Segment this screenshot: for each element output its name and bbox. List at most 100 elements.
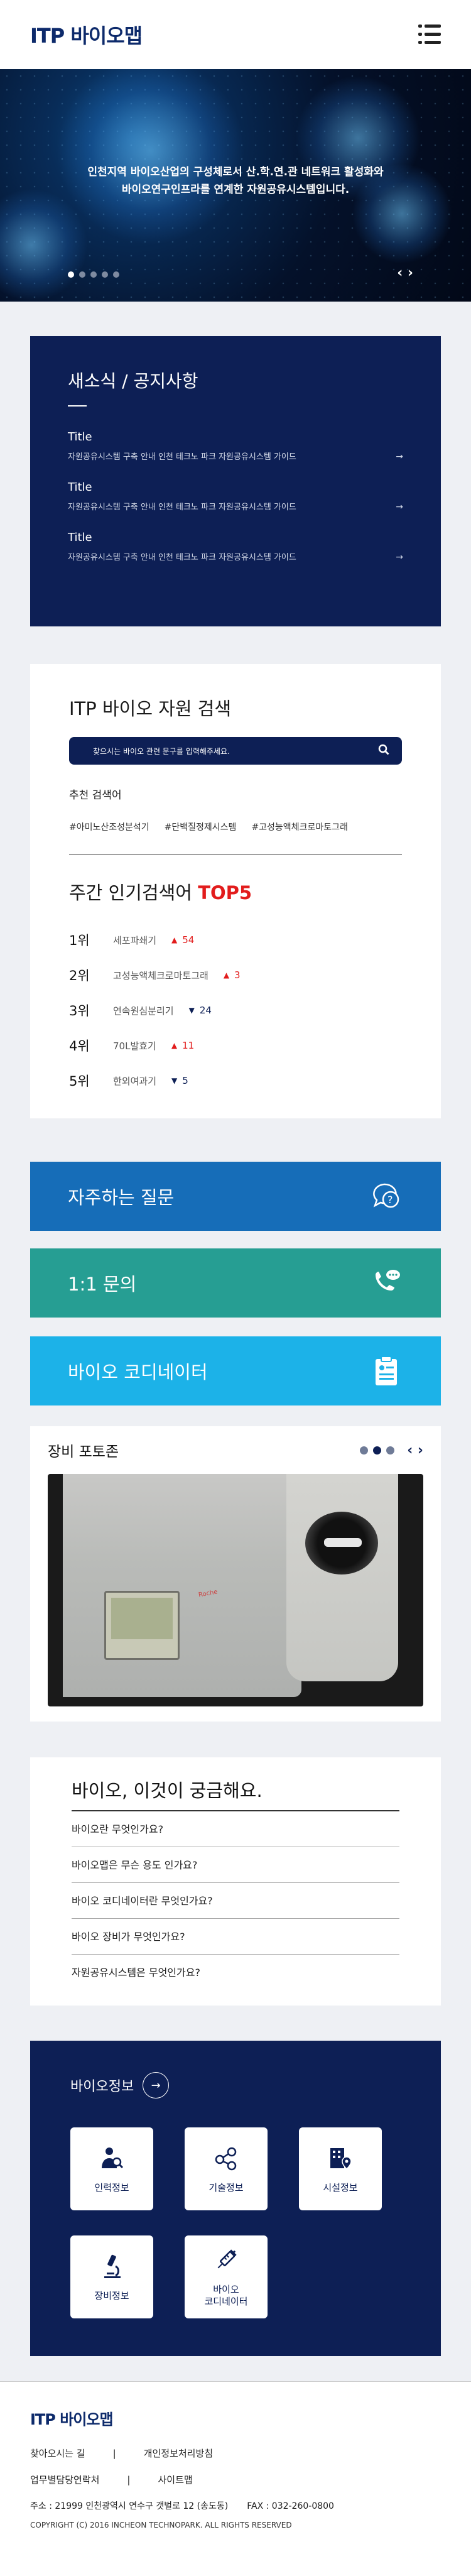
weekly-rank-list: 1위 세포파쇄기 ▲ 54 2위 고성능액체크로마토그래 ▲ 3 3위 연속원심분리기 ▼ 24 4위 7… xyxy=(69,922,402,1098)
bio-question-link[interactable]: 자원공유시스템은 무엇인가요? xyxy=(72,1955,399,1990)
search-placeholder: 찾으시는 바이오 관련 문구를 입력해주세요. xyxy=(93,746,230,756)
site-logo[interactable]: ITP 바이오맵 xyxy=(30,20,143,49)
rank-keyword[interactable]: 고성능액체크로마토그래 xyxy=(113,969,208,982)
footer-link-privacy[interactable]: 개인정보처리방침 xyxy=(144,2448,213,2459)
hero-page-dot[interactable] xyxy=(79,271,85,278)
faq-button[interactable]: 자주하는 질문 ? xyxy=(30,1162,441,1231)
news-item-title: Title xyxy=(68,531,92,544)
rank-keyword[interactable]: 70L발효기 xyxy=(113,1039,156,1052)
clipboard-icon xyxy=(369,1354,403,1388)
triangle-down-icon: ▼ xyxy=(171,1076,178,1085)
rank-number: 4위 xyxy=(69,1039,90,1054)
footer: ITP 바이오맵 찾아오시는 길 | 개인정보처리방침 업무별담당연락처 | 사이트맵 … xyxy=(0,2381,471,2576)
recommended-tag[interactable]: #고성능액체크로마토그래 xyxy=(251,821,347,833)
footer-link-directions[interactable]: 찾아오시는 길 xyxy=(30,2448,85,2459)
rank-change-count: 24 xyxy=(199,1005,212,1016)
photozone-page-dot[interactable] xyxy=(360,1446,369,1454)
hamburger-menu-icon[interactable] xyxy=(418,25,441,45)
footer-link-sitemap[interactable]: 사이트맵 xyxy=(158,2474,192,2486)
hero-caption-line1: 인천지역 바이오산업의 구성체로서 산.학.연.관 네트워크 활성화와 xyxy=(87,166,384,178)
search-title: ITP 바이오 자원 검색 xyxy=(69,698,232,719)
rank-row[interactable]: 5위 한외여과기 ▼ 5 xyxy=(69,1063,402,1098)
triangle-up-icon: ▲ xyxy=(171,1041,178,1050)
hero-page-dot[interactable] xyxy=(113,271,119,278)
search-input[interactable]: 찾으시는 바이오 관련 문구를 입력해주세요. xyxy=(69,737,402,765)
footer-separator: | xyxy=(127,2474,131,2486)
photozone-pagination[interactable] xyxy=(360,1446,395,1454)
rank-keyword[interactable]: 한외여과기 xyxy=(113,1074,156,1088)
rank-keyword[interactable]: 세포파쇄기 xyxy=(113,934,156,947)
svg-text:?: ? xyxy=(387,1194,393,1206)
bio-info-tile-label: 인력정보 xyxy=(94,2181,129,2193)
recommended-tag[interactable]: #아미노산조성분석기 xyxy=(69,821,149,833)
recommended-tag[interactable]: #단백질정제시스템 xyxy=(165,821,237,833)
bio-question-link[interactable]: 바이오 장비가 무엇인가요? xyxy=(72,1919,399,1955)
rank-change-count: 11 xyxy=(182,1040,195,1051)
arrow-right-icon[interactable]: → xyxy=(396,452,403,462)
inquiry-label: 1:1 문의 xyxy=(68,1274,137,1295)
arrow-right-icon[interactable]: → xyxy=(396,552,403,562)
phone-chat-icon xyxy=(369,1266,403,1300)
news-item-title: Title xyxy=(68,481,92,494)
hero-pagination[interactable] xyxy=(68,271,119,278)
equipment-photo[interactable]: Roche xyxy=(48,1474,423,1706)
hero-page-dot[interactable] xyxy=(102,271,108,278)
triangle-down-icon: ▼ xyxy=(188,1006,195,1015)
news-item[interactable]: Title 자원공유시스템 구축 안내 인천 테크노 파크 자원공유시스템 가이드… xyxy=(68,481,403,512)
hero-page-dot[interactable] xyxy=(90,271,97,278)
hero-banner: 인천지역 바이오산업의 구성체로서 산.학.연.관 네트워크 활성화와 바이오연… xyxy=(0,69,471,302)
news-item-desc: 자원공유시스템 구축 안내 인천 테크노 파크 자원공유시스템 가이드 xyxy=(68,452,296,462)
bio-info-panel: 바이오정보 → 인력정보 기술정보 시설정보 장비정보 바이오 코디네이터 xyxy=(30,2041,441,2356)
chat-bubbles-icon: ? xyxy=(369,1179,403,1213)
arrow-right-icon[interactable]: → xyxy=(396,502,403,512)
news-item[interactable]: Title 자원공유시스템 구축 안내 인천 테크노 파크 자원공유시스템 가이드… xyxy=(68,430,403,462)
bio-info-tile[interactable]: 기술정보 xyxy=(185,2127,268,2210)
rank-row[interactable]: 4위 70L발효기 ▲ 11 xyxy=(69,1028,402,1063)
inquiry-button[interactable]: 1:1 문의 xyxy=(30,1248,441,1318)
news-item-title: Title xyxy=(68,430,92,444)
arrow-right-icon[interactable]: → xyxy=(143,2072,170,2098)
hero-page-dot[interactable] xyxy=(68,271,74,278)
bio-question-link[interactable]: 바이오 코디네이터란 무엇인가요? xyxy=(72,1883,399,1919)
footer-link-contacts[interactable]: 업무별담당연락처 xyxy=(30,2474,99,2486)
footer-logo[interactable]: ITP 바이오맵 xyxy=(30,2407,441,2429)
photozone-page-dot[interactable] xyxy=(373,1446,382,1454)
search-icon[interactable] xyxy=(378,744,389,758)
photozone-controls[interactable]: ‹ › xyxy=(360,1443,423,1458)
resource-search-panel: ITP 바이오 자원 검색 찾으시는 바이오 관련 문구를 입력해주세요. 추천… xyxy=(30,664,441,1118)
faq-label: 자주하는 질문 xyxy=(68,1187,175,1208)
person-search-icon xyxy=(98,2144,126,2177)
bio-question-link[interactable]: 바이오란 무엇인가요? xyxy=(72,1811,399,1847)
bio-info-tile[interactable]: 인력정보 xyxy=(70,2127,153,2210)
bio-info-tile[interactable]: 시설정보 xyxy=(299,2127,382,2210)
hero-caption: 인천지역 바이오산업의 구성체로서 산.학.연.관 네트워크 활성화와 바이오연… xyxy=(0,163,471,199)
rank-number: 5위 xyxy=(69,1074,90,1089)
news-item[interactable]: Title 자원공유시스템 구축 안내 인천 테크노 파크 자원공유시스템 가이드… xyxy=(68,531,403,562)
photozone-arrows[interactable]: ‹ › xyxy=(407,1443,423,1458)
footer-address: 주소 : 21999 인천광역시 연수구 갯벌로 12 (송도동) FAX : 0… xyxy=(30,2499,441,2512)
building-location-icon xyxy=(327,2144,354,2177)
weekly-top-title: 주간 인기검색어 TOP5 xyxy=(69,878,402,905)
hero-prev-next-arrows[interactable]: ‹ › xyxy=(397,265,413,281)
photozone-page-dot[interactable] xyxy=(386,1446,395,1454)
bio-question-link[interactable]: 바이오맵은 무슨 용도 인가요? xyxy=(72,1847,399,1883)
bio-info-tile-label: 기술정보 xyxy=(208,2181,244,2193)
coordinator-button[interactable]: 바이오 코디네이터 xyxy=(30,1336,441,1405)
rank-row[interactable]: 1위 세포파쇄기 ▲ 54 xyxy=(69,922,402,958)
rank-row[interactable]: 3위 연속원심분리기 ▼ 24 xyxy=(69,993,402,1028)
molecule-icon xyxy=(212,2144,240,2177)
rank-change-count: 54 xyxy=(182,934,195,946)
rank-row[interactable]: 2위 고성능액체크로마토그래 ▲ 3 xyxy=(69,958,402,993)
hero-caption-line2: 바이오연구인프라를 연계한 자원공유시스템입니다. xyxy=(121,183,350,196)
bio-info-tile[interactable]: 장비정보 xyxy=(70,2235,153,2318)
photozone-title: 장비 포토존 xyxy=(48,1444,119,1460)
microscope-icon xyxy=(98,2252,126,2285)
recommended-label: 추천 검색어 xyxy=(69,789,122,802)
rank-keyword[interactable]: 연속원심분리기 xyxy=(113,1004,174,1017)
bio-info-tile[interactable]: 바이오 코디네이터 xyxy=(185,2235,268,2318)
news-title: 새소식 / 공지사항 xyxy=(68,371,198,391)
recommended-tags: #아미노산조성분석기 #단백질정제시스템 #고성능액체크로마토그래 xyxy=(69,821,402,833)
bio-info-tile-label: 장비정보 xyxy=(94,2289,129,2301)
news-notice-panel: 새소식 / 공지사항 Title 자원공유시스템 구축 안내 인천 테크노 파크 … xyxy=(30,336,441,626)
device-display xyxy=(104,1591,180,1660)
